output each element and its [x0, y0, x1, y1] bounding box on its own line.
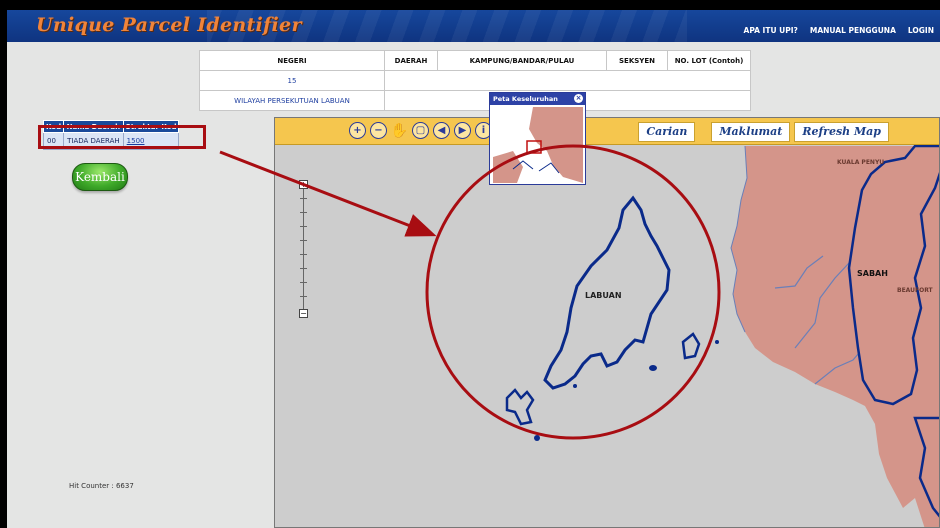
islet-5	[573, 384, 577, 388]
islet-3	[649, 365, 657, 371]
nav-login[interactable]: LOGIN	[908, 26, 934, 35]
zoom-track[interactable]	[303, 186, 304, 312]
refresh-map-button[interactable]: Refresh Map	[794, 122, 889, 142]
zoom-tick	[300, 296, 307, 297]
zoom-tick	[300, 198, 307, 199]
next-extent-icon[interactable]: ▶	[454, 122, 471, 139]
zoom-in-icon[interactable]: +	[349, 122, 366, 139]
pan-hand-icon[interactable]: ✋	[391, 122, 408, 139]
header-no-lot: NO. LOT (Contoh)	[667, 50, 751, 71]
map-label-kuala-penyu: KUALA PENYU	[837, 159, 884, 166]
header-negeri: NEGERI	[199, 50, 385, 71]
map-viewer[interactable]: LABUAN SABAH KUALA PENYU BEAUFORT + − ✋ …	[274, 117, 940, 528]
kembali-button[interactable]: Kembali	[72, 163, 128, 191]
app-brand: Unique Parcel Identifier	[36, 14, 302, 36]
zoom-tick	[300, 212, 307, 213]
islet-6	[715, 340, 719, 344]
zoom-tick	[300, 268, 307, 269]
islet-4	[534, 435, 540, 441]
close-icon[interactable]: ×	[574, 94, 583, 103]
zoom-tick	[300, 240, 307, 241]
zoom-tick	[300, 282, 307, 283]
zoom-slider-plus-icon[interactable]: +	[299, 180, 308, 189]
hit-counter: Hit Counter : 6637	[69, 482, 134, 490]
zoom-tick	[300, 226, 307, 227]
previous-extent-icon[interactable]: ◀	[433, 122, 450, 139]
overview-minimap[interactable]	[493, 107, 583, 183]
top-nav: APA ITU UPI? MANUAL PENGGUNA LOGIN	[744, 26, 934, 35]
app-window: Unique Parcel Identifier APA ITU UPI? MA…	[7, 10, 940, 528]
map-label-sabah: SABAH	[857, 269, 888, 278]
map-label-labuan: LABUAN	[585, 291, 622, 300]
zoom-slider[interactable]: + −	[299, 180, 308, 318]
value-negeri-code: 15	[199, 70, 385, 91]
zoom-box-icon[interactable]: ▢	[412, 122, 429, 139]
overview-title: Peta Keseluruhan	[490, 93, 585, 105]
value-negeri-name: WILAYAH PERSEKUTUAN LABUAN	[199, 90, 385, 111]
nav-apa-itu-upi[interactable]: APA ITU UPI?	[744, 26, 798, 35]
nav-manual-pengguna[interactable]: MANUAL PENGGUNA	[810, 26, 896, 35]
map-toolbar: + − ✋ ▢ ◀ ▶ i Carian Maklumat Refresh Ma…	[275, 118, 939, 145]
zoom-slider-minus-icon[interactable]: −	[299, 309, 308, 318]
islet-1	[505, 388, 535, 426]
map-label-beaufort: BEAUFORT	[897, 287, 934, 294]
zoom-out-icon[interactable]: −	[370, 122, 387, 139]
value-empty-row1	[384, 70, 751, 91]
header-daerah: DAERAH	[384, 50, 438, 71]
carian-button[interactable]: Carian	[638, 122, 696, 142]
maklumat-button[interactable]: Maklumat	[711, 122, 791, 142]
highlight-box	[38, 125, 206, 149]
zoom-tick	[300, 254, 307, 255]
header-seksyen: SEKSYEN	[606, 50, 668, 71]
header-kampung: KAMPUNG/BANDAR/PULAU	[437, 50, 607, 71]
map-tools: + − ✋ ▢ ◀ ▶ i	[349, 122, 492, 139]
header-bar: Unique Parcel Identifier APA ITU UPI? MA…	[7, 10, 940, 42]
map-action-buttons: Carian Maklumat Refresh Map	[638, 122, 889, 142]
islet-2	[681, 332, 701, 360]
map-canvas[interactable]: LABUAN SABAH KUALA PENYU BEAUFORT	[275, 118, 940, 528]
parcel-info-table: NEGERI DAERAH KAMPUNG/BANDAR/PULAU SEKSY…	[199, 50, 751, 111]
overview-map-panel[interactable]: Peta Keseluruhan ×	[489, 92, 586, 185]
